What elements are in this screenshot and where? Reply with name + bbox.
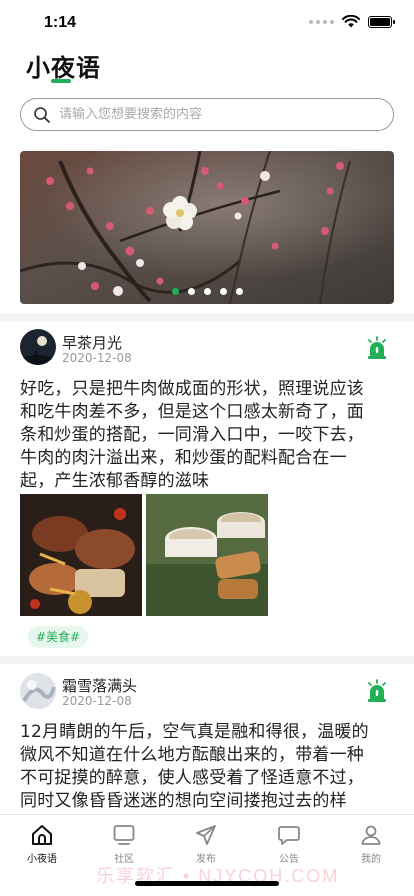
- user-icon: [361, 825, 381, 845]
- status-icons: [309, 15, 395, 28]
- status-time: 1:14: [44, 14, 77, 31]
- signal-icon: [309, 19, 334, 24]
- avatar[interactable]: [20, 329, 56, 365]
- post-card[interactable]: 早茶月光 2020-12-08 好吃，只是把牛肉做成面的形状，照理说应该和吃牛肉…: [0, 321, 414, 651]
- post-card[interactable]: 霜雪落满头 2020-12-08 12月睛朗的午后，空气真是融和得很，温暖的微风…: [0, 664, 414, 814]
- tab-profile[interactable]: 我的: [341, 823, 401, 865]
- battery-icon: [368, 15, 395, 28]
- banner-dot[interactable]: [203, 288, 211, 295]
- page-title: 小夜语: [26, 54, 101, 82]
- tab-home[interactable]: 小夜语: [12, 823, 72, 865]
- post-content: 好吃，只是把牛肉做成面的形状，照理说应该和吃牛肉差不多，但是这个口感太新奇了，面…: [20, 379, 364, 491]
- search-bar[interactable]: [20, 98, 394, 131]
- search-input[interactable]: [59, 107, 359, 122]
- banner-dot[interactable]: [187, 288, 195, 295]
- section-divider: [0, 656, 414, 664]
- post-author[interactable]: 霜雪落满头: [62, 675, 137, 696]
- tab-label: 小夜语: [27, 854, 57, 865]
- tab-publish[interactable]: 发布: [176, 823, 236, 865]
- banner-carousel[interactable]: [20, 151, 394, 304]
- avatar[interactable]: [20, 673, 56, 709]
- home-icon: [32, 825, 52, 845]
- home-indicator: [135, 881, 279, 886]
- post-date: 2020-12-08: [62, 694, 132, 708]
- status-bar: 1:14: [0, 0, 414, 46]
- send-icon: [196, 825, 216, 845]
- post-image[interactable]: [146, 494, 268, 616]
- post-content: 12月睛朗的午后，空气真是融和得很，温暖的微风不知道在什么地方酝酿出来的，带着一…: [20, 722, 369, 811]
- search-icon: [34, 106, 50, 123]
- post-author[interactable]: 早茶月光: [62, 332, 122, 353]
- alarm-icon[interactable]: [366, 679, 388, 703]
- title-underline: [51, 79, 71, 83]
- banner-dot[interactable]: [219, 288, 227, 295]
- banner-image: [20, 151, 394, 304]
- monitor-icon: [113, 825, 135, 845]
- message-icon: [278, 826, 300, 845]
- banner-dot[interactable]: [171, 288, 179, 295]
- alarm-icon[interactable]: [366, 336, 388, 360]
- banner-pagination: [20, 288, 394, 295]
- banner-dot[interactable]: [235, 288, 243, 295]
- post-date: 2020-12-08: [62, 351, 132, 365]
- tab-announcement[interactable]: 公告: [259, 823, 319, 865]
- wifi-icon: [342, 15, 360, 28]
- section-divider: [0, 313, 414, 321]
- post-image[interactable]: [20, 494, 142, 616]
- topic-tag[interactable]: #美食#: [28, 626, 89, 648]
- tab-community[interactable]: 社区: [94, 823, 154, 865]
- tab-label: 我的: [361, 854, 381, 865]
